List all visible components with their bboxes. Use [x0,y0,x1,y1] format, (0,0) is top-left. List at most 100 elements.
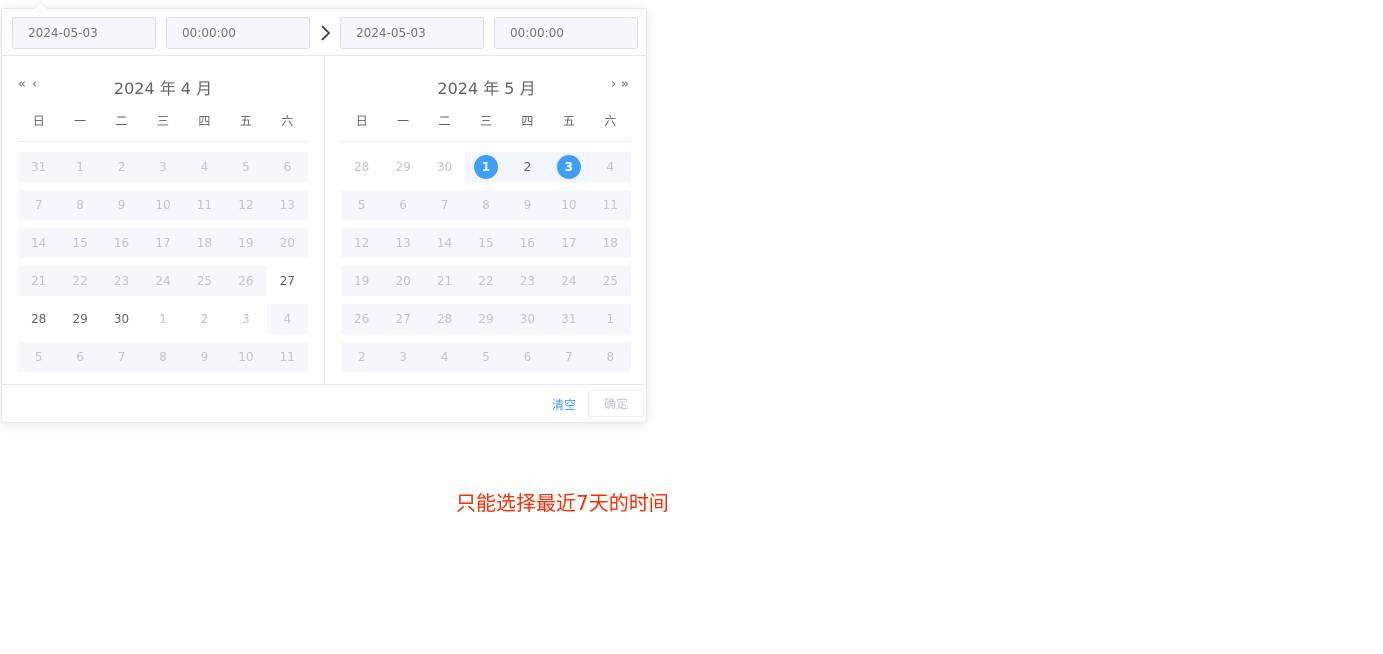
day-cell: 11 [266,342,308,372]
day-cell: 18 [589,228,631,258]
day-cell: 19 [341,266,383,296]
day-cell: 16 [100,228,143,258]
day-cell: 3 [242,312,250,326]
day-cell: 15 [465,228,507,258]
day-cell: 10 [548,190,590,220]
picker-footer: 清空 确定 [2,384,646,423]
weekday-label: 五 [239,114,252,128]
day-cell: 1 [589,304,631,334]
day-cell[interactable]: 28 [18,304,59,334]
day-cell: 10 [142,190,184,220]
day-cell: 4 [423,342,466,372]
day-cell: 3 [142,152,184,182]
weekday-label: 四 [521,114,534,128]
day-cell: 10 [225,342,267,372]
weekday-label: 日 [355,114,368,128]
weekday-label: 三 [156,114,169,128]
day-cell: 4 [266,304,308,334]
day-cell-selected[interactable]: 1 [465,152,507,182]
day-cell: 30 [436,160,453,174]
weekday-label: 六 [604,114,617,128]
day-cell: 7 [423,190,466,220]
weekday-label: 一 [397,114,410,128]
end-time-input[interactable] [494,17,638,49]
day-cell: 28 [423,304,466,334]
day-cell: 12 [341,228,383,258]
right-month-title: 2024 年 5 月 [437,79,536,98]
day-cell: 8 [142,342,184,372]
weekday-label: 五 [562,114,575,128]
day-cell: 27 [382,304,424,334]
day-cell: 9 [183,342,226,372]
day-cell[interactable]: 2 [506,152,549,182]
day-cell: 9 [506,190,549,220]
day-cell: 4 [183,152,226,182]
day-cell: 23 [506,266,549,296]
day-cell: 20 [266,228,308,258]
weekday-header-row: 日一二三四五六 [341,113,631,142]
start-date-input[interactable] [12,17,156,49]
day-cell: 4 [589,152,631,182]
day-cell: 22 [465,266,507,296]
day-cell: 5 [18,342,60,372]
day-cell: 11 [183,190,226,220]
day-cell: 2 [341,342,383,372]
weekday-label: 日 [32,114,45,128]
day-cell: 6 [506,342,549,372]
clear-button[interactable]: 清空 [552,396,576,413]
day-cell: 8 [589,342,631,372]
end-date-input[interactable] [340,17,484,49]
weekday-label: 二 [115,114,128,128]
day-cell: 2 [100,152,143,182]
picker-time-header [2,9,646,56]
day-cell: 24 [142,266,184,296]
day-cell: 14 [18,228,60,258]
day-cell[interactable]: 30 [101,304,142,334]
day-cell: 7 [100,342,143,372]
day-cell: 25 [183,266,226,296]
day-cell: 6 [382,190,424,220]
day-cell: 7 [18,190,60,220]
day-cell: 22 [59,266,101,296]
day-cell: 31 [18,152,60,182]
day-cell[interactable]: 27 [267,266,308,296]
day-cell: 21 [18,266,60,296]
day-cell: 23 [100,266,143,296]
day-cell: 1 [59,152,101,182]
day-cell: 17 [548,228,590,258]
day-cell: 19 [225,228,267,258]
confirm-button[interactable]: 确定 [588,390,644,417]
day-cell: 7 [548,342,590,372]
day-cell: 8 [465,190,507,220]
start-time-input[interactable] [166,17,310,49]
day-cell: 25 [589,266,631,296]
day-cell: 17 [142,228,184,258]
weekday-label: 三 [479,114,492,128]
day-cell: 28 [354,160,370,174]
day-cell[interactable]: 29 [59,304,100,334]
day-cell-selected[interactable]: 3 [548,152,590,182]
day-cell: 26 [225,266,267,296]
day-cell: 21 [423,266,466,296]
left-month-panel: « ‹ 2024 年 4 月 日一二三四五六 31 1 2 3 4 5 6 7 8 9 10 11 12… [2,55,325,384]
day-cell: 9 [100,190,143,220]
day-cell: 12 [225,190,267,220]
day-cell: 24 [548,266,590,296]
chevron-right-icon [321,25,331,41]
day-cell: 16 [506,228,549,258]
day-cell: 31 [548,304,590,334]
day-cell: 18 [183,228,226,258]
day-cell: 11 [589,190,631,220]
day-cell: 6 [59,342,101,372]
date-range-picker-panel: « ‹ 2024 年 4 月 日一二三四五六 31123456789101112… [1,0,647,423]
day-label: 1 [473,155,498,179]
day-cell: 29 [465,304,507,334]
day-cell: 30 [506,304,549,334]
day-cell: 14 [423,228,466,258]
day-cell: 15 [59,228,101,258]
day-cell: 8 [59,190,101,220]
day-cell: 1 [159,312,167,326]
day-cell: 5 [225,152,267,182]
day-cell: 3 [382,342,424,372]
day-cell: 20 [382,266,424,296]
